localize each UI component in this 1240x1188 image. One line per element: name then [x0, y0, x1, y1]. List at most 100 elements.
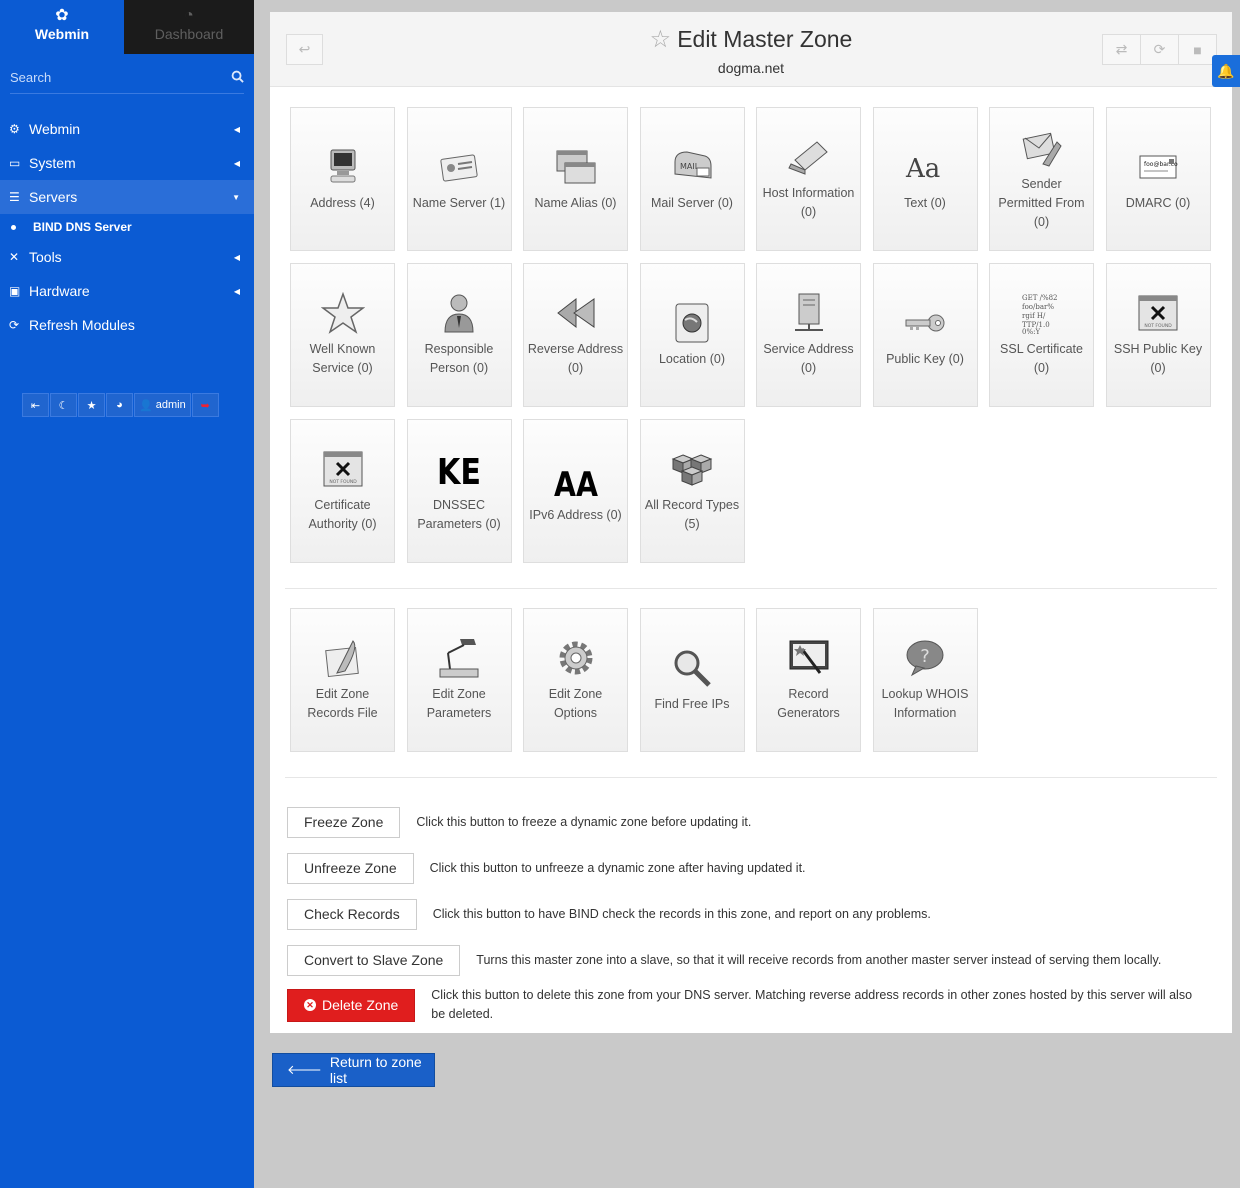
tile-label: Lookup WHOIS Information — [881, 687, 969, 720]
panel-header: ↩ ☆ Edit Master Zone dogma.net ⇄ ⟳ ■ 🔔 — [270, 12, 1240, 87]
sidebar-item-tools[interactable]: ✕ Tools ◀ — [0, 240, 254, 274]
sidebar-item-servers[interactable]: ☰ Servers ▼ — [0, 180, 254, 214]
laptop-icon: ▭ — [9, 156, 21, 170]
globe-icon — [670, 302, 714, 344]
sync-button[interactable]: ⇄ — [1102, 34, 1141, 65]
sidebar-search — [10, 62, 244, 94]
svg-text:foo/bar%: foo/bar% — [1022, 303, 1054, 311]
tile-sender-permitted-from[interactable]: Sender Permitted From (0) — [989, 107, 1094, 251]
sidebar-subitem-bind-dns[interactable]: BIND DNS Server — [0, 214, 254, 240]
tile-ssl-certificate[interactable]: GET /%82 foo/bar% rgif H/TTP/1.0 0%:Y SSL Ce… — [989, 263, 1094, 407]
tile-label: Well Known Service (0) — [309, 342, 376, 375]
windows-icon — [554, 146, 598, 188]
tile-service-address[interactable]: Service Address (0) — [756, 263, 861, 407]
tile-certificate-authority[interactable]: NOT FOUND Certificate Authority (0) — [290, 419, 395, 563]
favorites-button[interactable]: ★ — [78, 393, 105, 417]
tile-label: Sender Permitted From (0) — [998, 176, 1085, 229]
sidebar-item-hardware[interactable]: ▣ Hardware ◀ — [0, 274, 254, 308]
tile-text[interactable]: Aa Text (0) — [872, 107, 978, 251]
tile-edit-zone-options[interactable]: Edit Zone Options — [523, 608, 628, 752]
refresh-icon: ⟳ — [9, 318, 20, 332]
tab-dashboard[interactable]: ◔ Dashboard — [124, 0, 254, 54]
tile-name-alias[interactable]: Name Alias (0) — [523, 107, 628, 251]
tools-icon: ✕ — [9, 250, 20, 264]
sidebar-subitem-label: BIND DNS Server — [33, 220, 132, 234]
check-description: Click this button to have BIND check the… — [432, 906, 931, 921]
sidebar-item-refresh-modules[interactable]: ⟳ Refresh Modules — [0, 308, 254, 342]
tab-dashboard-label: Dashboard — [154, 26, 224, 42]
tile-dmarc[interactable]: foo@bar.com DMARC (0) — [1105, 107, 1211, 251]
sidebar-item-system[interactable]: ▭ System ◀ — [0, 146, 254, 180]
sidebar-bottom-toolbar: ⇤ ☾ ★ ◕ 👤 admin ➥ — [22, 393, 254, 417]
gear-icon: ⚙ — [9, 122, 20, 136]
user-button[interactable]: 👤 admin — [134, 393, 191, 417]
logout-button[interactable]: ➥ — [191, 393, 219, 417]
stop-icon: ■ — [1193, 41, 1202, 58]
tile-ipv6-address[interactable]: AA IPv6 Address (0) — [523, 419, 628, 563]
server-icon — [787, 292, 831, 334]
tile-record-generators[interactable]: Record Generators — [756, 608, 861, 752]
reload-button[interactable]: ⟳ — [1140, 34, 1179, 65]
tile-find-free-ips[interactable]: Find Free IPs — [639, 608, 745, 752]
not-found-icon: NOT FOUND — [321, 448, 365, 490]
tile-label: Text (0) — [904, 195, 946, 210]
id-card-icon — [437, 146, 481, 188]
tile-address[interactable]: Address (4) — [290, 107, 395, 251]
convert-to-slave-button[interactable]: Convert to Slave Zone — [287, 944, 461, 976]
tile-location[interactable]: Location (0) — [639, 263, 745, 407]
action-row-freeze: Freeze Zone Click this button to freeze … — [287, 799, 1217, 845]
tile-label: Edit Zone Records File — [307, 687, 378, 720]
wand-icon — [787, 637, 831, 679]
title-block: ☆ Edit Master Zone dogma.net — [270, 25, 1232, 76]
tile-label: Name Alias (0) — [534, 195, 617, 210]
check-records-button[interactable]: Check Records — [287, 898, 417, 930]
gear-icon — [554, 637, 598, 679]
search-input[interactable] — [10, 70, 210, 85]
record-type-tiles: Address (4) Name Server (1) Name Alias (0)… — [290, 107, 1212, 563]
theme-button[interactable]: ◕ — [106, 393, 133, 417]
unfreeze-zone-button[interactable]: Unfreeze Zone — [287, 852, 414, 884]
tile-label: Certificate Authority (0) — [308, 498, 377, 531]
desk-lamp-icon — [437, 637, 481, 679]
night-mode-button[interactable]: ☾ — [50, 393, 77, 417]
tile-label: All Record Types (5) — [644, 498, 740, 531]
return-to-zone-list-button[interactable]: 🡐 Return to zone list — [272, 1053, 435, 1087]
tile-label: Name Server (1) — [412, 195, 506, 210]
tile-lookup-whois-information[interactable]: ? Lookup WHOIS Information — [872, 608, 978, 752]
aa-text-icon: AA — [554, 458, 598, 500]
tile-edit-zone-records-file[interactable]: Edit Zone Records File — [290, 608, 395, 752]
svg-text:GET /%82: GET /%82 — [1022, 294, 1058, 302]
tile-ssh-public-key[interactable]: NOT FOUND SSH Public Key (0) — [1105, 263, 1211, 407]
tile-label: Address (4) — [310, 195, 375, 210]
tile-all-record-types[interactable]: All Record Types (5) — [639, 419, 745, 563]
tile-label: Reverse Address (0) — [527, 342, 624, 375]
tab-webmin[interactable]: ✿ Webmin — [0, 0, 124, 54]
tile-label: DMARC (0) — [1125, 195, 1191, 210]
computer-icon — [321, 146, 365, 188]
delete-zone-button[interactable]: ✕ Delete Zone — [287, 988, 416, 1022]
sidebar-item-webmin[interactable]: ⚙ Webmin ◀ — [0, 112, 254, 146]
tile-public-key[interactable]: Public Key (0) — [872, 263, 978, 407]
ke-text-icon: KE — [437, 448, 481, 490]
notifications-bell[interactable]: 🔔 — [1212, 55, 1240, 87]
tile-responsible-person[interactable]: Responsible Person (0) — [406, 263, 512, 407]
tile-label: Responsible Person (0) — [424, 342, 494, 375]
sidebar-menu: ⚙ Webmin ◀ ▭ System ◀ ☰ Servers ▼ BIND D… — [0, 112, 254, 342]
tile-name-server[interactable]: Name Server (1) — [406, 107, 512, 251]
tile-well-known-service[interactable]: Well Known Service (0) — [290, 263, 395, 407]
tile-host-information[interactable]: Host Information (0) — [756, 107, 861, 251]
tile-reverse-address[interactable]: Reverse Address (0) — [523, 263, 628, 407]
favorite-star-icon[interactable]: ☆ — [650, 26, 672, 53]
tile-label: Service Address (0) — [763, 342, 854, 375]
search-icon[interactable] — [231, 70, 244, 86]
freeze-zone-button[interactable]: Freeze Zone — [287, 806, 401, 838]
zone-actions: Freeze Zone Click this button to freeze … — [287, 799, 1217, 1027]
tile-mail-server[interactable]: MAIL Mail Server (0) — [639, 107, 745, 251]
collapse-sidebar-button[interactable]: ⇤ — [22, 393, 49, 417]
tile-label: SSL Certificate (0) — [1000, 342, 1083, 375]
unfreeze-description: Click this button to unfreeze a dynamic … — [429, 860, 806, 875]
convert-description: Turns this master zone into a slave, so … — [476, 952, 1162, 967]
tile-dnssec-parameters[interactable]: KE DNSSEC Parameters (0) — [406, 419, 512, 563]
hdd-icon: ▣ — [9, 284, 21, 298]
tile-edit-zone-parameters[interactable]: Edit Zone Parameters — [406, 608, 512, 752]
